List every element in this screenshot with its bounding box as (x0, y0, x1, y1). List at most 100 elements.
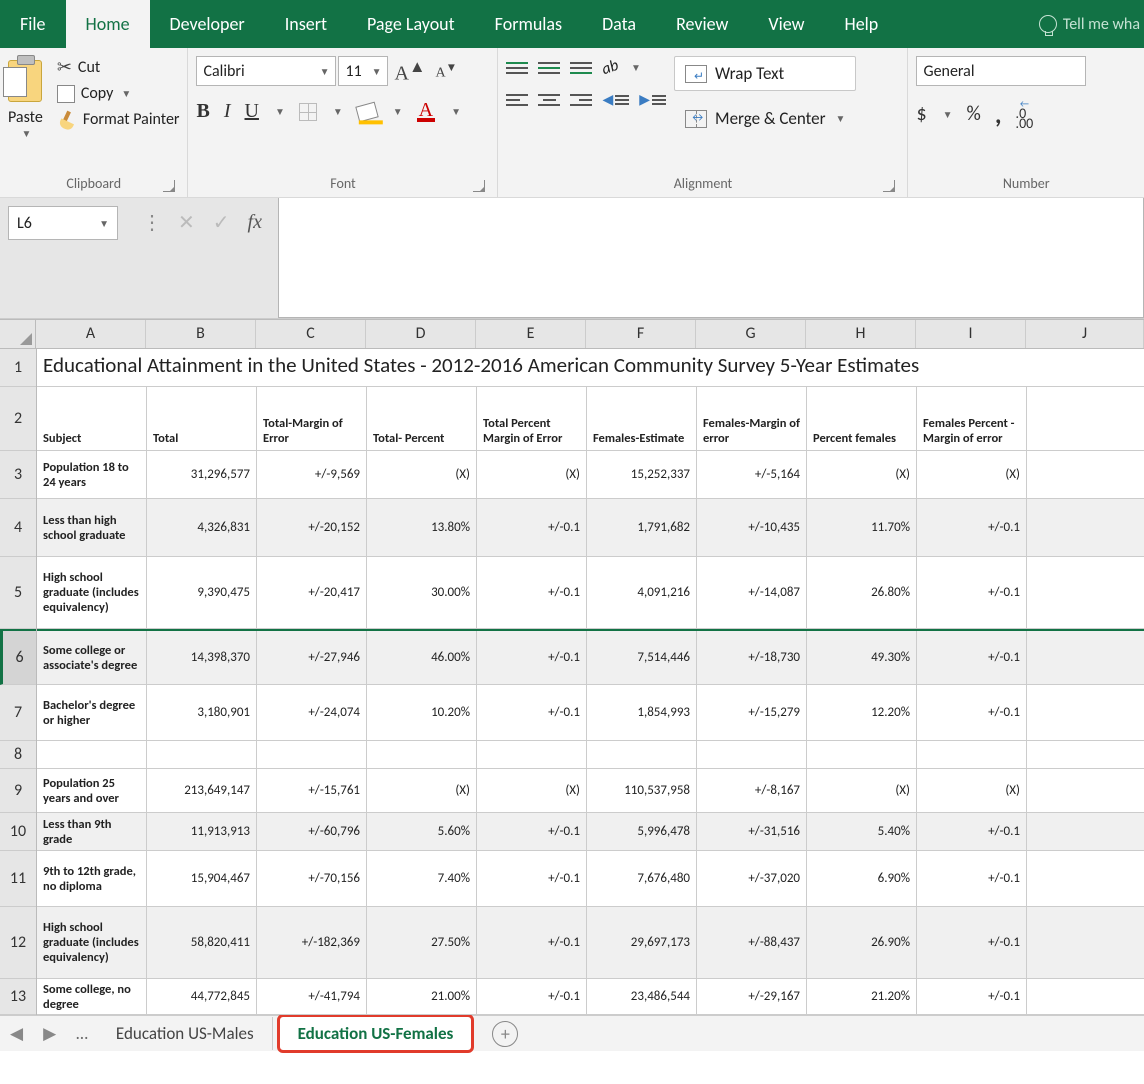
cell[interactable]: 9,390,475 (147, 557, 257, 628)
cell[interactable]: 15,904,467 (147, 851, 257, 906)
cell[interactable]: (X) (367, 451, 477, 498)
cell[interactable]: +/-20,152 (257, 499, 367, 556)
cell[interactable] (1027, 451, 1144, 498)
more-sheets-button[interactable]: … (66, 1023, 98, 1044)
currency-button[interactable]: $ (916, 102, 926, 126)
italic-button[interactable]: I (224, 100, 231, 123)
cell[interactable]: 49.30% (807, 631, 917, 684)
cell[interactable]: +/-0.1 (477, 851, 587, 906)
chevron-down-icon[interactable]: ▼ (836, 112, 846, 125)
cell[interactable]: 1,791,682 (587, 499, 697, 556)
col-header[interactable]: E (476, 320, 586, 348)
cell[interactable]: 4,326,831 (147, 499, 257, 556)
next-sheet-button[interactable]: ▶ (33, 1023, 66, 1044)
cell[interactable]: +/-5,164 (697, 451, 807, 498)
cell[interactable]: 1,854,993 (587, 685, 697, 740)
tab-home[interactable]: Home (66, 0, 150, 48)
merge-center-button[interactable]: Merge & Center ▼ (674, 101, 856, 136)
cell[interactable]: (X) (807, 769, 917, 812)
cancel-icon[interactable]: ✕ (178, 210, 195, 235)
fill-color-button[interactable] (355, 101, 378, 122)
dialog-launcher-icon[interactable] (883, 180, 895, 192)
cell[interactable]: +/-29,167 (697, 979, 807, 1014)
paste-button[interactable]: Paste ▼ (8, 52, 49, 140)
cell[interactable]: +/-41,794 (257, 979, 367, 1014)
cell[interactable]: 5.60% (367, 813, 477, 850)
cell[interactable] (807, 741, 917, 768)
cell[interactable]: 21.00% (367, 979, 477, 1014)
cell[interactable]: 27.50% (367, 907, 477, 978)
name-box[interactable]: L6▼ (8, 206, 118, 240)
cell[interactable]: 110,537,958 (587, 769, 697, 812)
cell[interactable]: +/-60,796 (257, 813, 367, 850)
cell[interactable]: +/-0.1 (477, 557, 587, 628)
cell[interactable]: 5.40% (807, 813, 917, 850)
copy-button[interactable]: Copy ▼ (57, 84, 180, 103)
cell[interactable]: 21.20% (807, 979, 917, 1014)
cell[interactable]: High school graduate (includes equivalen… (37, 907, 147, 978)
row-header[interactable]: 1 (0, 349, 36, 387)
row-header[interactable]: 8 (0, 741, 36, 769)
cell[interactable]: Less than 9th grade (37, 813, 147, 850)
align-right-button[interactable] (570, 94, 592, 106)
cell[interactable]: +/-15,761 (257, 769, 367, 812)
cell[interactable]: 4,091,216 (587, 557, 697, 628)
cell[interactable]: 26.90% (807, 907, 917, 978)
cell[interactable]: 5,996,478 (587, 813, 697, 850)
cell[interactable]: 10.20% (367, 685, 477, 740)
chevron-down-icon[interactable]: ▼ (943, 108, 953, 121)
cell[interactable]: 7,514,446 (587, 631, 697, 684)
cell[interactable]: +/-0.1 (917, 631, 1027, 684)
cell[interactable]: +/-0.1 (917, 907, 1027, 978)
align-left-button[interactable] (506, 94, 528, 106)
select-all-button[interactable] (0, 320, 36, 348)
cell[interactable] (1027, 769, 1144, 812)
cell[interactable]: Subject (37, 387, 147, 450)
cell[interactable] (917, 741, 1027, 768)
borders-button[interactable] (299, 103, 317, 121)
chevron-down-icon[interactable]: ▼ (451, 105, 461, 118)
cell[interactable]: 11,913,913 (147, 813, 257, 850)
cell[interactable]: 26.80% (807, 557, 917, 628)
row-header[interactable]: 11 (0, 851, 36, 907)
tab-view[interactable]: View (748, 0, 824, 48)
enter-icon[interactable]: ✓ (213, 210, 230, 235)
chevron-down-icon[interactable]: ▼ (333, 105, 343, 118)
align-center-button[interactable] (538, 94, 560, 106)
cell[interactable] (1027, 557, 1144, 628)
cell[interactable]: Some college or associate's degree (37, 631, 147, 684)
cell[interactable]: +/-0.1 (917, 979, 1027, 1014)
cell[interactable] (367, 741, 477, 768)
dialog-launcher-icon[interactable] (473, 180, 485, 192)
chevron-down-icon[interactable]: ▼ (631, 61, 641, 74)
cell[interactable] (257, 741, 367, 768)
row-header[interactable]: 5 (0, 557, 36, 629)
col-header[interactable]: H (806, 320, 916, 348)
tab-data[interactable]: Data (582, 0, 656, 48)
cell[interactable]: +/-0.1 (917, 685, 1027, 740)
cell[interactable]: 29,697,173 (587, 907, 697, 978)
row-header[interactable]: 7 (0, 685, 36, 741)
cell[interactable]: +/-31,516 (697, 813, 807, 850)
cell[interactable]: 7.40% (367, 851, 477, 906)
cell[interactable]: +/-8,167 (697, 769, 807, 812)
underline-button[interactable]: U (245, 100, 259, 123)
cell[interactable]: 6.90% (807, 851, 917, 906)
cell[interactable] (1027, 741, 1144, 768)
row-header[interactable]: 12 (0, 907, 36, 979)
font-color-button[interactable]: A (417, 102, 435, 122)
row-header[interactable]: 9 (0, 769, 36, 813)
cell[interactable]: 46.00% (367, 631, 477, 684)
cell[interactable]: Percent females (807, 387, 917, 450)
cell[interactable]: +/-0.1 (477, 813, 587, 850)
col-header[interactable]: B (146, 320, 256, 348)
font-size-combo[interactable]: 11▼ (338, 56, 388, 86)
cell[interactable]: 213,649,147 (147, 769, 257, 812)
cell[interactable]: +/-18,730 (697, 631, 807, 684)
cell[interactable]: +/-70,156 (257, 851, 367, 906)
function-menu-icon[interactable]: ⋮ (142, 210, 160, 235)
cell[interactable] (1027, 813, 1144, 850)
cell[interactable]: 3,180,901 (147, 685, 257, 740)
tell-me[interactable]: Tell me wha (1039, 15, 1144, 34)
cell[interactable]: +/-0.1 (477, 499, 587, 556)
